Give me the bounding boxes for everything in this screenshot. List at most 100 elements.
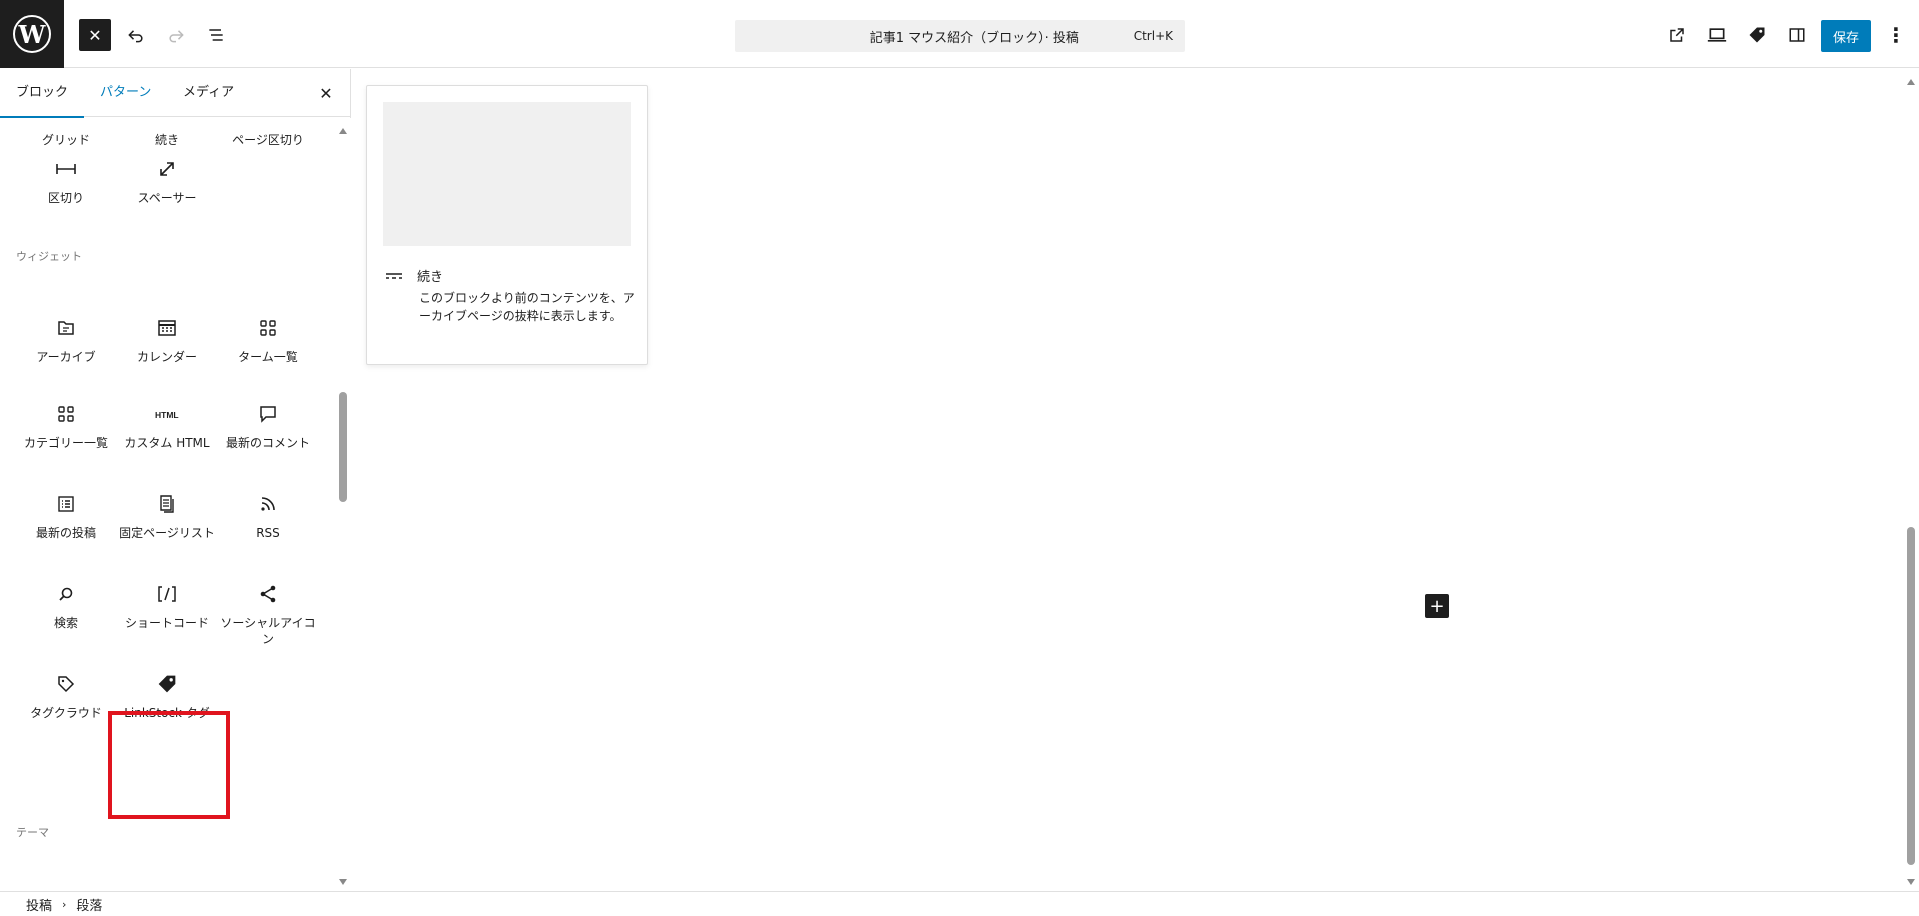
undo-button[interactable] [120, 19, 152, 51]
comment-icon [260, 406, 276, 423]
block-social-icons[interactable]: ソーシャルアイコン [218, 579, 318, 647]
block-label: グリッド [41, 133, 90, 147]
block-page-break[interactable]: ページ区切り [218, 118, 318, 148]
block-label: タグクラウド [30, 706, 102, 720]
close-icon: ✕ [319, 83, 333, 103]
redo-button[interactable] [160, 19, 192, 51]
svg-text:HTML: HTML [155, 410, 179, 420]
tag-filled-icon [158, 675, 176, 693]
undo-icon [128, 30, 143, 43]
block-page-list[interactable]: 固定ページリスト [117, 489, 217, 541]
scroll-down-arrow[interactable] [1907, 879, 1915, 885]
view-post-button[interactable] [1661, 19, 1693, 51]
block-grid[interactable]: グリッド [16, 118, 116, 148]
close-panel-button[interactable]: ✕ [314, 81, 338, 105]
block-shortcode[interactable]: ショートコード [117, 579, 217, 631]
inserter-tabs: ブロック パターン メディア ✕ [0, 69, 351, 118]
category-title-widgets: ウィジェット [16, 250, 82, 263]
more-vertical-icon: ⋮ [1886, 23, 1906, 47]
block-label: カスタム HTML [124, 436, 210, 450]
tag-icon [58, 676, 75, 693]
block-archives[interactable]: アーカイブ [16, 313, 116, 365]
canvas-scrollbar[interactable] [1904, 69, 1919, 891]
block-label: 検索 [53, 616, 78, 630]
block-latest-comments[interactable]: 最新のコメント [218, 399, 318, 451]
inserter-scrollbar[interactable] [336, 118, 351, 891]
options-menu-button[interactable]: ⋮ [1880, 19, 1912, 51]
block-label: ソーシャルアイコン [220, 616, 316, 646]
block-more[interactable]: 続き [117, 118, 217, 148]
block-custom-html[interactable]: HTML カスタム HTML [117, 399, 217, 451]
block-label: 続き [154, 133, 179, 147]
block-latest-posts[interactable]: 最新の投稿 [16, 489, 116, 541]
breadcrumb-item-post[interactable]: 投稿 [26, 895, 52, 914]
block-calendar[interactable]: カレンダー [117, 313, 217, 365]
block-search[interactable]: 検索 [16, 579, 116, 631]
document-title: 記事1 マウス紹介（ブロック）· 投稿 [869, 30, 1079, 46]
scroll-thumb[interactable] [339, 392, 347, 502]
block-label: カレンダー [136, 350, 197, 364]
block-label: 固定ページリスト [119, 526, 215, 540]
share-icon [260, 585, 276, 603]
close-inserter-button[interactable]: ✕ [79, 19, 111, 51]
preview-button[interactable] [1701, 19, 1733, 51]
separator-icon [56, 164, 76, 174]
block-label: カテゴリー一覧 [23, 436, 108, 450]
settings-sidebar-button[interactable] [1781, 19, 1813, 51]
command-palette-bar[interactable]: 記事1 マウス紹介（ブロック）· 投稿 Ctrl+K [735, 20, 1185, 52]
preview-header: 続き [385, 266, 443, 285]
shortcut-hint: Ctrl+K [1133, 29, 1173, 43]
scroll-thumb[interactable] [1907, 527, 1915, 865]
preview-image-placeholder [383, 102, 631, 246]
add-block-button[interactable]: + [1425, 594, 1449, 618]
block-categories[interactable]: カテゴリー一覧 [16, 399, 116, 451]
scroll-down-arrow[interactable] [339, 879, 347, 885]
categories-icon [58, 406, 74, 422]
desktop-icon [1707, 28, 1727, 42]
document-outline-button[interactable] [200, 19, 232, 51]
editor-canvas[interactable]: 続き このブロックより前のコンテンツを、アーカイブページの抜粋に表示します。 + [352, 69, 1919, 891]
block-label: スペーサー [137, 191, 197, 205]
block-term-list[interactable]: ターム一覧 [218, 313, 318, 365]
block-label: RSS [256, 526, 280, 540]
top-toolbar: W ✕ 記事1 マウス紹介（ブロック）· 投稿 Ctrl+K 保存 ⋮ [0, 0, 1919, 68]
block-label: ページ区切り [232, 133, 304, 147]
external-link-icon [1670, 28, 1684, 42]
sidebar-icon [1789, 28, 1805, 42]
breadcrumb-item-paragraph[interactable]: 段落 [76, 895, 102, 914]
linkstock-plugin-button[interactable] [1741, 19, 1773, 51]
block-label: 最新の投稿 [35, 526, 96, 540]
close-icon: ✕ [88, 25, 102, 45]
block-separator[interactable]: 区切り [16, 154, 116, 206]
chevron-right-icon: › [62, 897, 67, 911]
latest-posts-icon [58, 496, 74, 512]
tab-blocks[interactable]: ブロック [0, 69, 85, 118]
save-button[interactable]: 保存 [1821, 20, 1871, 52]
archive-icon [58, 321, 74, 335]
wordpress-icon: W [13, 15, 51, 53]
block-tag-cloud[interactable]: タグクラウド [16, 669, 116, 721]
redo-icon [169, 30, 184, 43]
tag-filled-icon [1749, 27, 1765, 43]
block-rss[interactable]: RSS [218, 489, 318, 541]
block-label: 最新のコメント [225, 436, 310, 450]
block-spacer[interactable]: スペーサー [117, 154, 217, 206]
block-label: ショートコード [124, 616, 209, 630]
scroll-up-arrow[interactable] [339, 128, 347, 134]
page-list-icon [160, 495, 174, 513]
calendar-icon [158, 320, 176, 336]
rss-icon [261, 497, 275, 511]
highlight-annotation [108, 711, 230, 819]
plus-icon: + [1429, 595, 1445, 617]
block-label: ターム一覧 [238, 350, 298, 364]
search-icon [59, 587, 73, 601]
tab-media[interactable]: メディア [183, 69, 234, 117]
scroll-up-arrow[interactable] [1907, 79, 1915, 85]
category-title-theme: テーマ [16, 826, 49, 839]
block-label: 区切り [47, 191, 84, 205]
tab-patterns[interactable]: パターン [100, 69, 151, 117]
more-block-icon [386, 272, 402, 279]
list-view-icon [209, 29, 223, 41]
wordpress-logo-button[interactable]: W [0, 0, 64, 68]
term-list-icon [260, 320, 276, 336]
